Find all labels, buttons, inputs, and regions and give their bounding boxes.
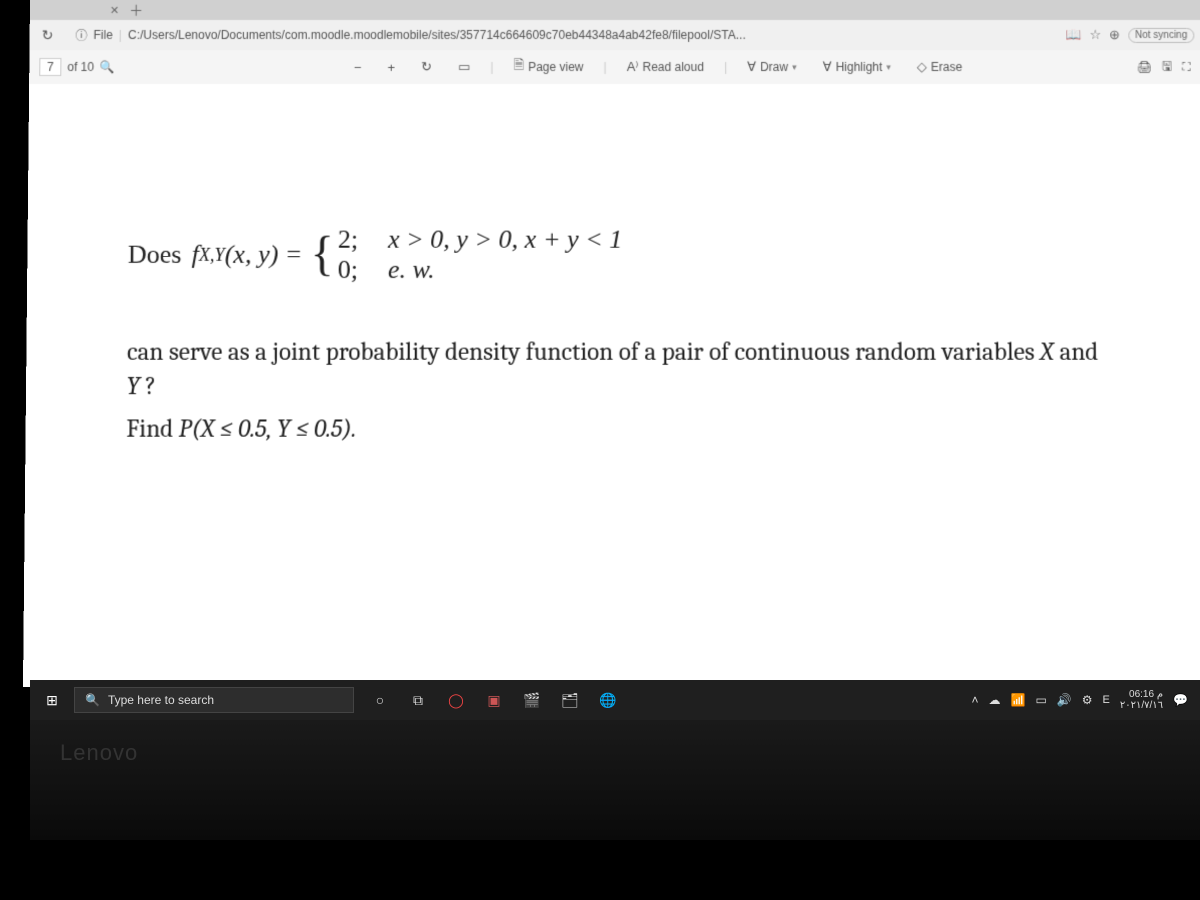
pdf-toolbar: 7 of 10 🔍 − + ↻ ▭ | 🗎Page view | A⁾Read …	[29, 50, 1200, 84]
equation: Does fX,Y (x, y) = { 2;x > 0, y > 0, x +…	[128, 225, 1103, 285]
battery-icon[interactable]: ▭	[1035, 693, 1046, 707]
save-icon[interactable]: 🖫	[1162, 56, 1172, 77]
file-explorer-icon[interactable]: 🗂	[556, 692, 584, 709]
read-aloud-icon[interactable]: 📖	[1065, 27, 1081, 43]
brand-logo: Lenovo	[60, 740, 138, 766]
find-icon[interactable]: 🔍	[100, 60, 115, 74]
find-text: Find P(X ≤ 0.5, Y ≤ 0.5).	[126, 412, 1104, 446]
page-total: of 10	[67, 60, 94, 74]
task-view-icon[interactable]: ⧉	[404, 692, 432, 709]
url-sep: |	[119, 28, 122, 42]
edge-icon[interactable]: 🌐	[594, 692, 622, 709]
url-text: C:/Users/Lenovo/Documents/com.moodle.moo…	[128, 28, 746, 42]
url-prefix: File	[93, 28, 112, 42]
rotate-button[interactable]: ↻	[415, 56, 438, 78]
print-icon[interactable]: 🖨	[1137, 60, 1152, 74]
question-text: can serve as a joint probability density…	[127, 335, 1104, 403]
zoom-out-button[interactable]: −	[348, 56, 368, 77]
erase-button[interactable]: ◇Erase	[911, 56, 969, 78]
sync-status[interactable]: Not syncing	[1128, 27, 1194, 42]
app-icon[interactable]: ▣	[480, 692, 508, 709]
onedrive-icon[interactable]: ☁	[989, 693, 1001, 707]
tray-chevron-icon[interactable]: ˄	[972, 693, 979, 707]
fullscreen-icon[interactable]: ⛶	[1182, 59, 1191, 74]
search-placeholder: Type here to search	[108, 693, 214, 707]
page-view-button[interactable]: 🗎Page view	[508, 53, 590, 81]
new-tab-button[interactable]: ＋	[129, 0, 143, 20]
app-icon[interactable]: ◯	[442, 692, 470, 709]
clock[interactable]: 06:16 م ۲۰۲۱/۷/۱٦	[1120, 689, 1163, 711]
pdf-page-content: Does fX,Y (x, y) = { 2;x > 0, y > 0, x +…	[23, 84, 1200, 687]
highlight-button[interactable]: ∀Highlight▾	[817, 56, 897, 78]
read-aloud-button[interactable]: A⁾Read aloud	[621, 56, 710, 78]
volume-icon[interactable]: 🔊	[1057, 693, 1072, 707]
favorite-icon[interactable]: ☆	[1089, 27, 1101, 43]
collections-icon[interactable]: ⊕	[1109, 27, 1120, 43]
settings-icon[interactable]: ⚙	[1082, 693, 1093, 707]
zoom-in-button[interactable]: +	[381, 56, 401, 77]
fit-button[interactable]: ▭	[452, 56, 476, 78]
network-icon[interactable]: 📶	[1011, 693, 1026, 707]
taskbar: ⊞ 🔍 Type here to search ○ ⧉ ◯ ▣ 🎬 🗂 🌐 ˄ …	[30, 680, 1200, 720]
address-bar[interactable]: ⓘ File | C:/Users/Lenovo/Documents/com.m…	[67, 23, 1057, 46]
taskbar-search[interactable]: 🔍 Type here to search	[74, 687, 354, 713]
search-icon: 🔍	[85, 693, 100, 707]
reload-icon[interactable]: ↻	[36, 23, 60, 46]
app-icon[interactable]: 🎬	[518, 692, 546, 709]
cortana-icon[interactable]: ○	[366, 692, 394, 708]
notifications-icon[interactable]: 💬	[1173, 693, 1188, 707]
page-number-input[interactable]: 7	[39, 58, 61, 76]
draw-button[interactable]: ∀Draw▾	[741, 56, 803, 78]
tab-close-icon[interactable]: ✕	[110, 3, 119, 16]
language-indicator[interactable]: E	[1103, 694, 1110, 706]
info-icon: ⓘ	[75, 26, 87, 43]
start-button[interactable]: ⊞	[30, 692, 74, 709]
